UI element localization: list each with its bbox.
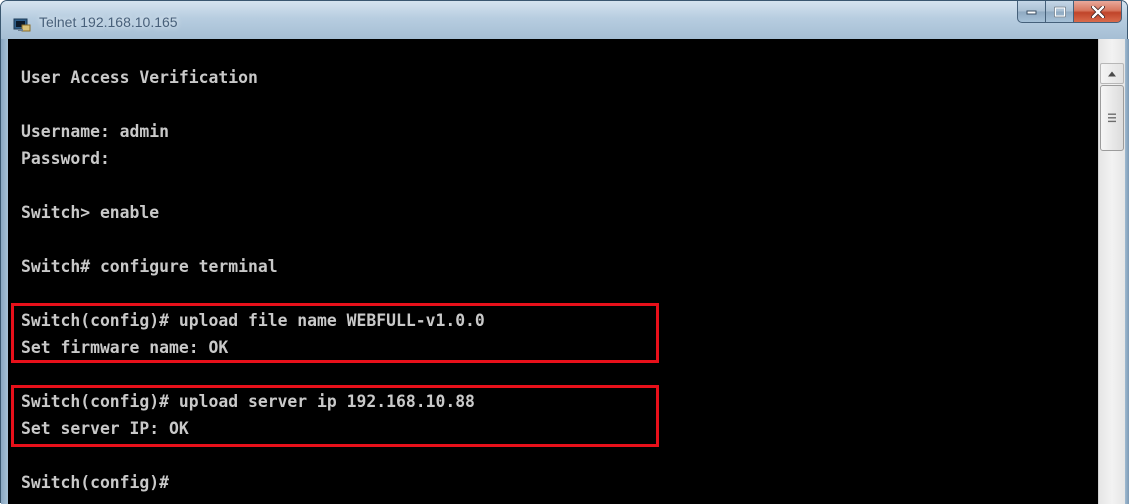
- maximize-button[interactable]: [1046, 1, 1074, 23]
- telnet-window: Telnet 192.168.10.165 User Access Verifi…: [0, 0, 1129, 504]
- scroll-thumb[interactable]: [1100, 85, 1124, 151]
- minimize-icon: [1026, 10, 1036, 14]
- terminal-line: Password:: [21, 149, 110, 168]
- terminal-line: Set server IP: OK: [21, 419, 189, 438]
- terminal-line: Set firmware name: OK: [21, 338, 229, 357]
- terminal-line: Username: admin: [21, 122, 170, 141]
- window-controls: [1017, 1, 1122, 23]
- terminal-line: Switch> enable: [21, 203, 160, 222]
- scroll-up-button[interactable]: [1100, 63, 1124, 84]
- scroll-up-arrow-icon: [1108, 71, 1116, 76]
- terminal-line: Switch(config)# upload server ip 192.168…: [21, 392, 475, 411]
- minimize-button[interactable]: [1017, 1, 1046, 23]
- close-icon: [1090, 5, 1105, 18]
- window-title: Telnet 192.168.10.165: [39, 14, 178, 30]
- telnet-app-icon: [13, 18, 31, 32]
- grip-icon: [1108, 113, 1116, 123]
- terminal-lines: User Access Verification Username: admin…: [21, 64, 485, 496]
- terminal-line: Switch(config)#: [21, 473, 170, 492]
- terminal-line: Switch(config)# upload file name WEBFULL…: [21, 311, 485, 330]
- window-frame-right: [1125, 39, 1129, 504]
- terminal-output[interactable]: User Access Verification Username: admin…: [8, 39, 1098, 504]
- terminal-line: Switch# configure terminal: [21, 257, 278, 276]
- maximize-icon: [1053, 6, 1066, 17]
- terminal-line: User Access Verification: [21, 68, 258, 87]
- title-bar[interactable]: Telnet 192.168.10.165: [1, 1, 1127, 39]
- window-frame-left: [1, 39, 8, 504]
- vertical-scrollbar[interactable]: [1098, 39, 1125, 504]
- close-button[interactable]: [1074, 1, 1122, 23]
